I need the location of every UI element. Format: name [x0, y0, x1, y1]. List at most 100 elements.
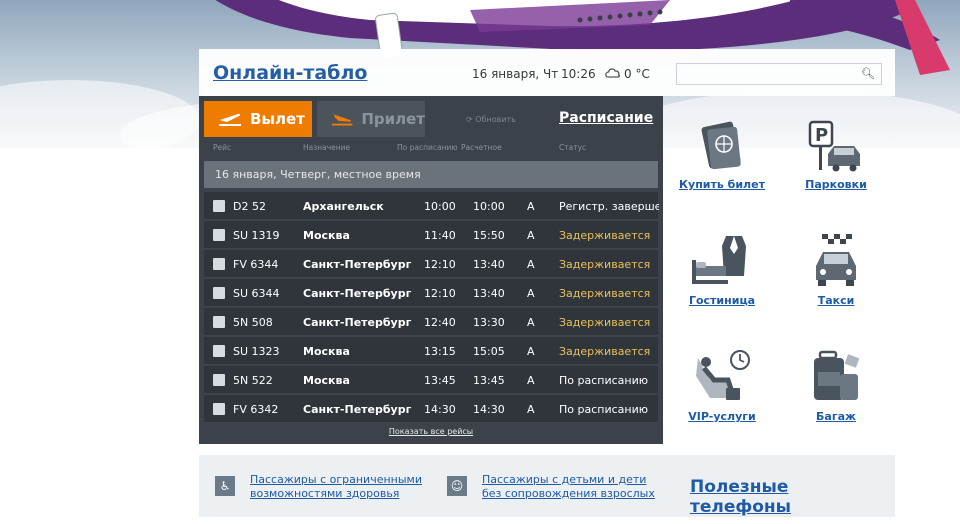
terminal: A [527, 229, 535, 242]
column-header-destination: Назначение [303, 143, 351, 152]
service-vip[interactable]: VIP-услуги [667, 348, 777, 423]
cloud-weather-icon [605, 68, 621, 78]
terminal: A [527, 200, 535, 213]
schedule-link[interactable]: Расписание [559, 110, 653, 126]
reduced-mobility-link[interactable]: Пассажиры с ограниченными возможностями … [250, 473, 422, 501]
column-header-flight: Рейс [213, 143, 232, 152]
flight-row[interactable]: 5N 508 Санкт-Петербург 12:40 13:30 A Задержив… [204, 308, 658, 336]
refresh-button[interactable]: ⟳ Обновить [466, 115, 516, 124]
flight-destination: Москва [303, 345, 350, 358]
child-icon: ☺ [447, 476, 467, 496]
scheduled-time: 12:10 [424, 287, 456, 300]
flight-row[interactable]: D2 52 Архангельск 10:00 10:00 A Регистр. заве… [204, 192, 659, 220]
svg-text:P: P [815, 125, 828, 146]
terminal: A [527, 258, 535, 271]
estimated-time: 14:30 [473, 403, 505, 416]
current-time: 10:26 [561, 67, 596, 81]
flight-status: По расписанию [559, 403, 648, 416]
airline-logo-icon [213, 403, 225, 415]
flight-destination: Санкт-Петербург [303, 287, 412, 300]
parking-icon: P [808, 120, 860, 172]
hotel-icon [692, 236, 746, 284]
flight-destination: Архангельск [303, 200, 384, 213]
flight-destination: Москва [303, 374, 350, 387]
estimated-time: 15:50 [473, 229, 505, 242]
airline-logo-icon [213, 374, 225, 386]
children-line2: без сопровождения взрослых [482, 487, 655, 500]
flight-row[interactable]: SU 1319 Москва 11:40 15:50 A Задерживается [204, 221, 658, 249]
wheelchair-icon: ♿ [215, 476, 235, 496]
arrival-plane-icon [331, 114, 353, 126]
airline-logo-icon [213, 200, 225, 212]
flight-status: По расписанию [559, 374, 648, 387]
hotel-label: Гостиница [688, 294, 756, 307]
flight-status: Задерживается [559, 258, 651, 271]
taxi-label: Такси [817, 294, 855, 307]
terminal: A [527, 403, 535, 416]
baggage-label: Багаж [816, 410, 856, 423]
flight-number: 5N 522 [233, 374, 273, 387]
info-links-bar: ♿ Пассажиры с ограниченными возможностям… [199, 455, 895, 517]
scheduled-time: 14:30 [424, 403, 456, 416]
scheduled-time: 12:10 [424, 258, 456, 271]
search-icon[interactable]: 🔍︎ [861, 67, 875, 80]
flight-row[interactable]: FV 6344 Санкт-Петербург 12:10 13:40 A Задержи… [204, 250, 658, 278]
flight-number: SU 6344 [233, 287, 280, 300]
terminal: A [527, 374, 535, 387]
service-parking[interactable]: P Парковки [781, 118, 891, 191]
flight-status: Задерживается [559, 229, 651, 242]
terminal: A [527, 287, 535, 300]
flight-status: Регистр. завершена [559, 200, 659, 213]
buy-ticket-label: Купить билет [679, 178, 765, 191]
taxi-icon [816, 234, 856, 286]
baggage-icon [814, 350, 860, 400]
airline-logo-icon [213, 287, 225, 299]
airline-logo-icon [213, 316, 225, 328]
terminal: A [527, 316, 535, 329]
terminal: A [527, 345, 535, 358]
flight-board: Вылет Прилет ⟳ Обновить Расписание Рейс … [199, 96, 663, 444]
flight-status: Задерживается [559, 316, 651, 329]
reduced-mobility-line2: возможностями здоровья [250, 487, 400, 500]
service-baggage[interactable]: Багаж [781, 348, 891, 423]
day-header-row: 16 января, Четверг, местное время [204, 161, 658, 188]
airline-logo-icon [213, 258, 225, 270]
tab-arrival[interactable]: Прилет [317, 101, 425, 137]
scheduled-time: 11:40 [424, 229, 456, 242]
page-title[interactable]: Онлайн-табло [213, 62, 367, 84]
flight-number: D2 52 [233, 200, 266, 213]
header-bar: Онлайн-табло 16 января, Чт 10:26 0 °C 🔍︎ [199, 49, 895, 96]
tab-arrival-label: Прилет [361, 110, 425, 128]
search-input[interactable]: 🔍︎ [676, 63, 882, 85]
parking-label: Парковки [805, 178, 867, 191]
flight-destination: Санкт-Петербург [303, 316, 412, 329]
flight-destination: Москва [303, 229, 350, 242]
scheduled-time: 13:15 [424, 345, 456, 358]
vip-lounge-icon [696, 350, 750, 400]
tab-departure[interactable]: Вылет [204, 101, 312, 137]
airline-logo-icon [213, 229, 225, 241]
flight-status: Задерживается [559, 345, 651, 358]
tab-departure-label: Вылет [250, 110, 305, 128]
current-date: 16 января, Чт [472, 67, 559, 81]
column-header-estimated: Расчетное [461, 143, 502, 152]
service-buy-ticket[interactable]: Купить билет [667, 118, 777, 191]
estimated-time: 13:40 [473, 287, 505, 300]
useful-phones-link[interactable]: Полезные телефоны [690, 477, 895, 517]
flight-row[interactable]: SU 1323 Москва 13:15 15:05 A Задерживается [204, 337, 658, 365]
temperature: 0 °C [624, 67, 650, 81]
column-header-status: Статус [559, 143, 587, 152]
scheduled-time: 13:45 [424, 374, 456, 387]
reduced-mobility-line1: Пассажиры с ограниченными [250, 473, 422, 486]
show-all-flights-link[interactable]: Показать все рейсы [199, 427, 663, 436]
flight-row[interactable]: 5N 522 Москва 13:45 13:45 A По расписанию [204, 366, 658, 394]
passport-ticket-icon [701, 121, 741, 170]
flight-number: SU 1319 [233, 229, 280, 242]
flight-row[interactable]: FV 6342 Санкт-Петербург 14:30 14:30 A По расп… [204, 395, 658, 423]
vip-label: VIP-услуги [688, 410, 756, 423]
flight-number: FV 6342 [233, 403, 279, 416]
service-hotel[interactable]: Гостиница [667, 232, 777, 307]
service-taxi[interactable]: Такси [781, 232, 891, 307]
flight-row[interactable]: SU 6344 Санкт-Петербург 12:10 13:40 A Задержи… [204, 279, 658, 307]
children-link[interactable]: Пассажиры с детьми и дети без сопровожде… [482, 473, 655, 501]
